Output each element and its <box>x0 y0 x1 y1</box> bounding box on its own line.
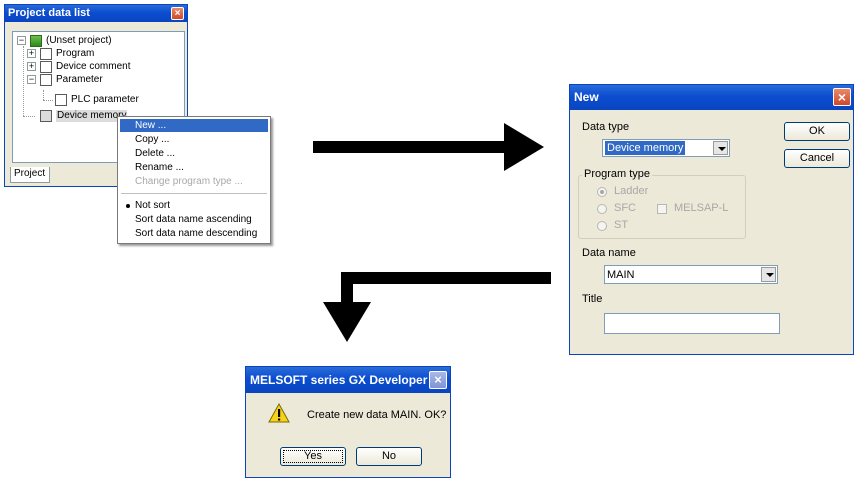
ladder-label: Ladder <box>614 185 649 197</box>
data-name-input[interactable]: MAIN <box>604 265 778 284</box>
st-radio[interactable] <box>597 221 607 231</box>
menu-item-new[interactable]: New ... <box>120 119 268 132</box>
menu-item-label: Not sort <box>135 200 171 211</box>
menu-separator <box>121 193 267 194</box>
project-data-list-titlebar[interactable]: Project data list × <box>5 5 187 22</box>
project-data-list-title: Project data list <box>8 7 90 19</box>
tree-line <box>43 100 53 101</box>
tree-line <box>23 116 35 117</box>
st-label: ST <box>614 219 629 231</box>
project-icon <box>30 35 42 47</box>
tree-node-label: PLC parameter <box>71 94 139 105</box>
context-menu: New ... Copy ... Delete ... Rename ... C… <box>117 116 271 244</box>
data-type-value: Device memory <box>605 141 686 155</box>
close-icon[interactable]: × <box>429 371 447 389</box>
plc-parameter-icon <box>55 94 67 106</box>
confirm-message: Create new data MAIN. OK? <box>307 409 447 421</box>
tree-node-label: Device comment <box>56 61 131 72</box>
sfc-label: SFC <box>614 202 636 214</box>
collapse-icon[interactable]: − <box>27 75 36 84</box>
menu-item-sort-descending[interactable]: Sort data name descending <box>120 227 268 240</box>
tree-node-label: Program <box>56 48 95 59</box>
melsap-checkbox[interactable] <box>657 204 667 214</box>
collapse-icon[interactable]: − <box>17 36 26 45</box>
cancel-button[interactable]: Cancel <box>784 149 850 168</box>
tree-node-label: Parameter <box>56 74 103 85</box>
parameter-icon <box>40 74 52 86</box>
expand-icon[interactable]: + <box>27 49 36 58</box>
confirm-dialog-title: MELSOFT series GX Developer <box>250 373 428 387</box>
new-dialog: New × Data type Device memory OK Cancel … <box>569 84 854 355</box>
device-memory-icon <box>40 110 52 122</box>
data-type-select[interactable]: Device memory <box>602 139 730 157</box>
title-input[interactable] <box>604 313 780 334</box>
tree-line <box>23 46 24 116</box>
ok-button[interactable]: OK <box>784 122 850 141</box>
bullet-icon <box>126 204 130 208</box>
program-type-label: Program type <box>582 168 653 180</box>
data-type-label: Data type <box>582 121 630 133</box>
ladder-radio[interactable] <box>597 187 607 197</box>
chevron-down-icon[interactable] <box>761 267 776 282</box>
menu-item-sort-ascending[interactable]: Sort data name ascending <box>120 213 268 226</box>
close-icon[interactable]: × <box>833 88 851 106</box>
yes-button[interactable]: Yes <box>280 447 346 466</box>
tab-project[interactable]: Project <box>10 167 50 183</box>
chevron-down-icon[interactable] <box>713 141 728 155</box>
new-dialog-titlebar[interactable]: New × <box>570 85 853 110</box>
title-label: Title <box>582 293 603 305</box>
expand-icon[interactable]: + <box>27 62 36 71</box>
sfc-radio[interactable] <box>597 204 607 214</box>
data-name-value: MAIN <box>607 269 635 281</box>
menu-item-change-program-type[interactable]: Change program type ... <box>120 175 268 188</box>
confirm-dialog: MELSOFT series GX Developer × Create new… <box>245 366 451 478</box>
program-icon <box>40 48 52 60</box>
data-name-label: Data name <box>582 247 636 259</box>
new-dialog-title: New <box>574 90 599 104</box>
menu-item-delete[interactable]: Delete ... <box>120 147 268 160</box>
menu-item-not-sort[interactable]: Not sort <box>120 199 268 212</box>
confirm-dialog-titlebar[interactable]: MELSOFT series GX Developer × <box>246 367 450 393</box>
menu-item-copy[interactable]: Copy ... <box>120 133 268 146</box>
tree-line <box>43 90 44 100</box>
tree-node-label: (Unset project) <box>46 35 112 46</box>
close-icon[interactable]: × <box>171 7 184 20</box>
warning-icon <box>268 403 290 423</box>
melsap-label: MELSAP-L <box>674 202 729 214</box>
device-comment-icon <box>40 61 52 73</box>
no-button[interactable]: No <box>356 447 422 466</box>
menu-item-rename[interactable]: Rename ... <box>120 161 268 174</box>
